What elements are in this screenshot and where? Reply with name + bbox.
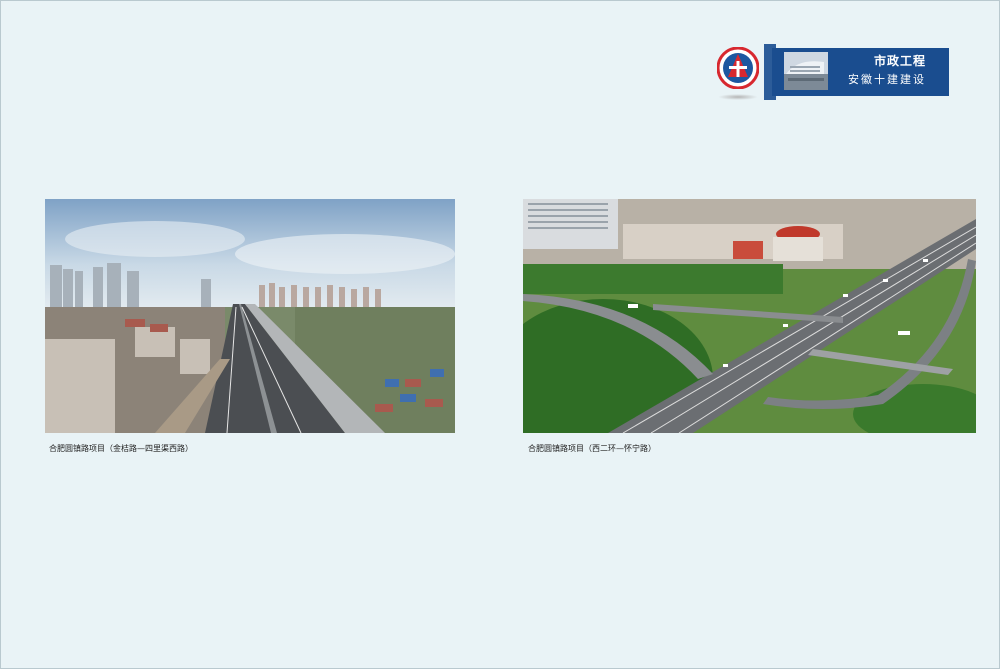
logo-shadow [718,94,758,100]
aerial-interchange-rendering [523,199,976,433]
aerial-highway-city-photo [45,199,455,433]
header-subtitle: 安徽十建建设 [848,73,926,86]
header-title: 市政工程 [873,54,926,68]
project-caption-left: 合肥圆镇路项目（金桔路—四里渠西路） [49,444,193,453]
building-thumbnail-icon [784,52,828,90]
company-logo-icon [717,47,759,89]
project-caption-right: 合肥圆镇路项目（西二环—怀宁路） [528,444,656,453]
header-badge: 市政工程 安徽十建建设 [714,44,950,104]
